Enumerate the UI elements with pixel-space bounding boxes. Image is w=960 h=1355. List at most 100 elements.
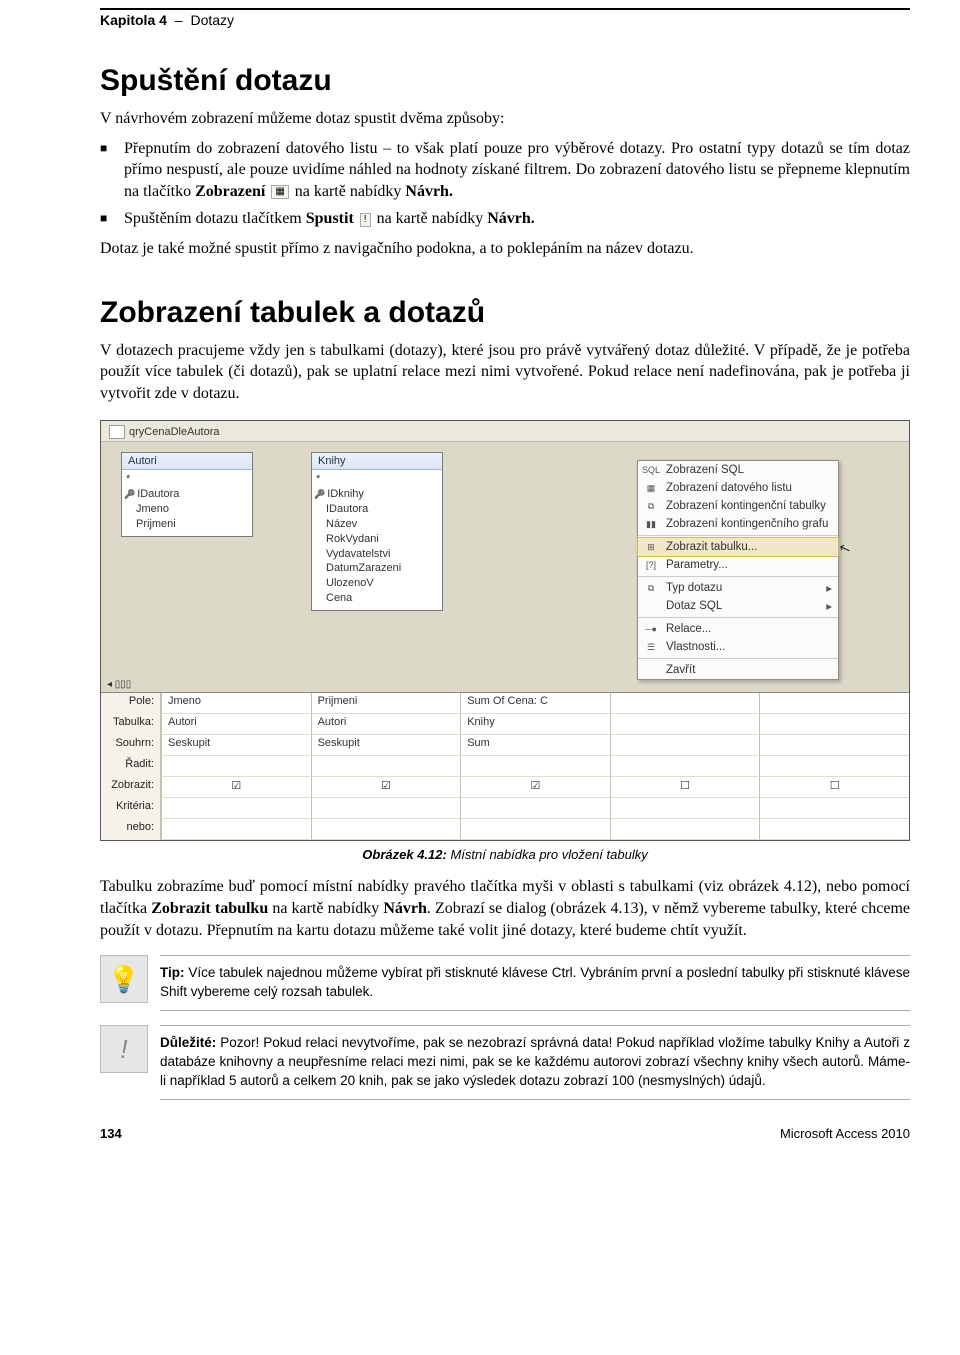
cell-total-4[interactable] — [759, 735, 909, 756]
tip-callout: 💡 Tip: Více tabulek najednou můžeme vybí… — [100, 955, 910, 1011]
menu-label-relations: Relace... — [666, 623, 711, 635]
field-nazev[interactable]: Název — [326, 517, 438, 532]
cell-table-1[interactable]: Autori — [311, 714, 461, 735]
cell-sort-4[interactable] — [759, 756, 909, 777]
menu-label-close: Zavřít — [666, 664, 695, 676]
field-prijmeni[interactable]: Prijmeni — [136, 517, 248, 532]
field-k-idautora[interactable]: IDautora — [326, 502, 438, 517]
query-tab-label[interactable]: qryCenaDleAutora — [129, 426, 220, 438]
cell-total-1[interactable]: Seskupit — [311, 735, 461, 756]
cell-or-0[interactable] — [161, 819, 311, 840]
grid-label-or: nebo: — [101, 819, 161, 840]
product-name: Microsoft Access 2010 — [780, 1126, 910, 1141]
cell-criteria-2[interactable] — [460, 798, 610, 819]
cell-table-2[interactable]: Knihy — [460, 714, 610, 735]
intro-paragraph: V návrhovém zobrazení můžeme dotaz spust… — [100, 108, 910, 130]
tip-text: Tip: Více tabulek najednou můžeme vybíra… — [160, 955, 910, 1011]
scroll-indicator[interactable]: ◂ ▯▯▯ — [107, 679, 131, 690]
query-grid[interactable]: Pole: Jmeno Prijmeni Sum Of Cena: C Tabu… — [101, 692, 909, 840]
cell-field-0[interactable]: Jmeno — [161, 693, 311, 714]
menu-item-close[interactable]: Zavřít — [638, 661, 838, 679]
cell-field-2[interactable]: Sum Of Cena: C — [460, 693, 610, 714]
bullet-1: Přepnutím do zobrazení datového listu – … — [100, 138, 910, 203]
cell-field-1[interactable]: Prijmeni — [311, 693, 461, 714]
cell-total-0[interactable]: Seskupit — [161, 735, 311, 756]
page-number: 134 — [100, 1126, 122, 1141]
important-label: Důležité: — [160, 1035, 216, 1050]
cell-or-3[interactable] — [610, 819, 760, 840]
field-star-knihy[interactable]: * — [316, 472, 438, 487]
menu-item-pivotchart[interactable]: ▮▮Zobrazení kontingenčního grafu — [638, 515, 838, 533]
cell-criteria-0[interactable] — [161, 798, 311, 819]
cell-table-0[interactable]: Autori — [161, 714, 311, 735]
table-box-knihy[interactable]: Knihy * IDknihy IDautora Název RokVydani… — [311, 452, 443, 611]
submenu-arrow-icon: ▸ — [826, 581, 832, 595]
p4-c: na kartě nabídky — [268, 900, 383, 917]
p4-b: Zobrazit tabulku — [151, 900, 268, 917]
cell-sort-2[interactable] — [460, 756, 610, 777]
datasheet-icon: ▦ — [642, 481, 660, 495]
lightbulb-icon: 💡 — [100, 955, 148, 1003]
cell-sort-1[interactable] — [311, 756, 461, 777]
bullet-1-bold: Zobrazení — [195, 183, 265, 200]
menu-item-sql-query[interactable]: Dotaz SQL▸ — [638, 597, 838, 615]
context-menu[interactable]: SQLZobrazení SQL ▦Zobrazení datového lis… — [637, 460, 839, 680]
cell-field-4[interactable] — [759, 693, 909, 714]
menu-label-params: Parametry... — [666, 559, 728, 571]
pivotchart-icon: ▮▮ — [642, 517, 660, 531]
field-jmeno[interactable]: Jmeno — [136, 502, 248, 517]
field-rokvydani[interactable]: RokVydani — [326, 532, 438, 547]
cell-or-4[interactable] — [759, 819, 909, 840]
menu-label-sqlq: Dotaz SQL — [666, 600, 722, 612]
cell-criteria-4[interactable] — [759, 798, 909, 819]
p4-d: Návrh — [383, 900, 427, 917]
cell-criteria-3[interactable] — [610, 798, 760, 819]
sql-query-icon — [642, 599, 660, 613]
cell-show-2[interactable]: ☑ — [460, 777, 610, 798]
field-idknihy[interactable]: IDknihy — [326, 487, 438, 502]
query-design-surface[interactable]: Autori * IDautora Jmeno Prijmeni Knihy *… — [101, 441, 909, 692]
tip-label: Tip: — [160, 965, 185, 980]
query-tab-icon — [109, 425, 125, 439]
cell-sort-3[interactable] — [610, 756, 760, 777]
bullet-2-bold: Spustit — [306, 210, 354, 227]
field-idautora[interactable]: IDautora — [136, 487, 248, 502]
grid-label-show: Zobrazit: — [101, 777, 161, 798]
heading-spusteni-dotazu: Spuštění dotazu — [100, 64, 910, 98]
page-footer: 134 Microsoft Access 2010 — [100, 1126, 910, 1153]
field-vydavatelstvi[interactable]: Vydavatelstvi — [326, 547, 438, 562]
menu-item-datasheet[interactable]: ▦Zobrazení datového listu — [638, 479, 838, 497]
menu-item-query-type[interactable]: ⧉Typ dotazu▸ — [638, 579, 838, 597]
paragraph-show-table: Tabulku zobrazíme buď pomocí místní nabí… — [100, 876, 910, 941]
field-star-autori[interactable]: * — [126, 472, 248, 487]
cell-show-1[interactable]: ☑ — [311, 777, 461, 798]
table-box-autori[interactable]: Autori * IDautora Jmeno Prijmeni — [121, 452, 253, 536]
menu-item-relations[interactable]: ─●Relace... — [638, 620, 838, 638]
cell-or-1[interactable] — [311, 819, 461, 840]
menu-item-sql[interactable]: SQLZobrazení SQL — [638, 461, 838, 479]
cell-or-2[interactable] — [460, 819, 610, 840]
bullet-2-bold-2: Návrh. — [487, 210, 535, 227]
figure-query-designer: qryCenaDleAutora Autori * IDautora Jmeno… — [100, 420, 910, 841]
menu-item-parameters[interactable]: [?]Parametry... — [638, 556, 838, 574]
cell-criteria-1[interactable] — [311, 798, 461, 819]
cell-total-2[interactable]: Sum — [460, 735, 610, 756]
grid-label-criteria: Kritéria: — [101, 798, 161, 819]
figure-caption-number: Obrázek 4.12: — [362, 847, 447, 862]
cell-show-4[interactable]: ☐ — [759, 777, 909, 798]
menu-item-properties[interactable]: ☰Vlastnosti... — [638, 638, 838, 656]
cell-table-4[interactable] — [759, 714, 909, 735]
cell-sort-0[interactable] — [161, 756, 311, 777]
cell-total-3[interactable] — [610, 735, 760, 756]
cell-show-3[interactable]: ☐ — [610, 777, 760, 798]
table-fields-autori: * IDautora Jmeno Prijmeni — [122, 470, 252, 535]
field-cena[interactable]: Cena — [326, 591, 438, 606]
menu-item-show-table[interactable]: ⊞Zobrazit tabulku... — [637, 537, 839, 557]
important-callout: ! Důležité: Pozor! Pokud relaci nevytvoř… — [100, 1025, 910, 1100]
cell-show-0[interactable]: ☑ — [161, 777, 311, 798]
cell-field-3[interactable] — [610, 693, 760, 714]
field-datumzarazeni[interactable]: DatumZarazeni — [326, 561, 438, 576]
field-ulozenoV[interactable]: UlozenoV — [326, 576, 438, 591]
menu-item-pivottable[interactable]: ⧉Zobrazení kontingenční tabulky — [638, 497, 838, 515]
cell-table-3[interactable] — [610, 714, 760, 735]
